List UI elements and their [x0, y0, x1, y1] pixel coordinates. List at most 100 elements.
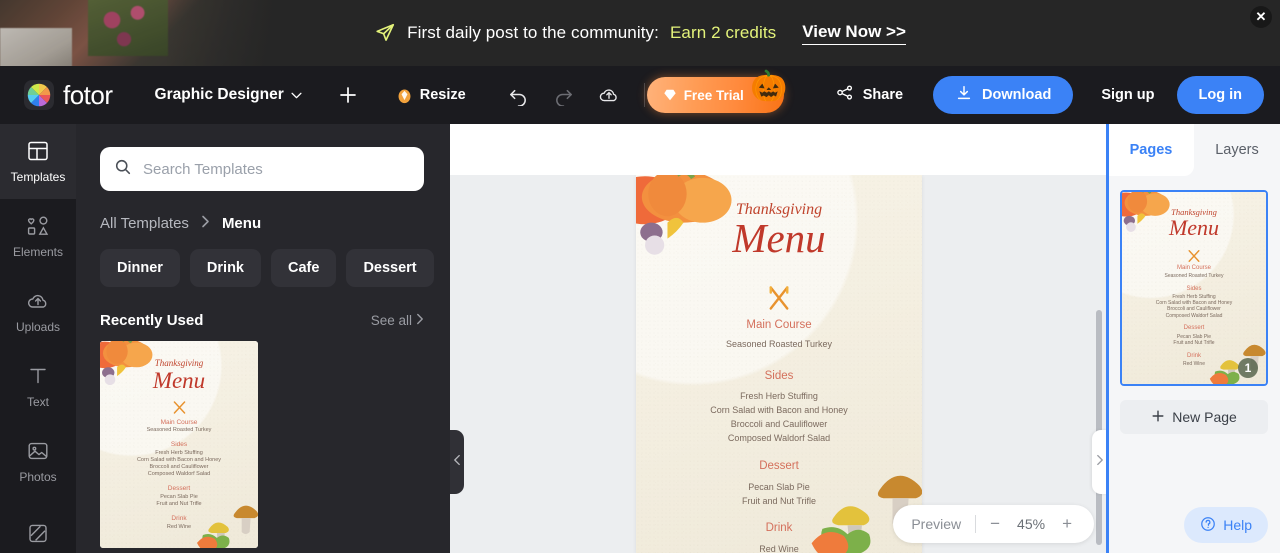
banner-highlight-text: Earn 2 credits: [669, 23, 777, 42]
see-all-link[interactable]: See all: [371, 313, 424, 328]
design-canvas-page[interactable]: Thanksgiving Menu Main Course Seasoned R…: [636, 175, 922, 553]
resize-button[interactable]: Resize: [396, 87, 466, 104]
poster-item: Seasoned Roasted Turkey: [1164, 272, 1224, 279]
see-all-label: See all: [370, 313, 412, 328]
canvas-scroll-region[interactable]: Thanksgiving Menu Main Course Seasoned R…: [450, 175, 1108, 553]
diamond-icon: [663, 88, 677, 102]
recently-used-title: Recently Used: [100, 312, 204, 329]
share-button[interactable]: Share: [836, 84, 903, 106]
sidebar-item-uploads[interactable]: Uploads: [0, 274, 76, 349]
cloud-upload-icon[interactable]: [598, 84, 620, 106]
poster-item: Composed Waldorf Salad: [147, 471, 211, 478]
chevron-right-icon: [416, 313, 424, 328]
download-arrow-icon: [955, 84, 973, 106]
chevron-right-icon: [1096, 453, 1104, 471]
poster-item: Corn Salad with Bacon and Honey: [136, 457, 222, 464]
canvas-area: Thanksgiving Menu Main Course Seasoned R…: [450, 124, 1108, 553]
close-icon[interactable]: ✕: [1250, 6, 1272, 28]
poster-item: Seasoned Roasted Turkey: [725, 339, 833, 350]
chip-dessert[interactable]: Dessert: [346, 249, 434, 287]
resize-label: Resize: [419, 87, 466, 103]
canvas-toolbar: [450, 124, 1108, 175]
page-number-badge: 1: [1238, 358, 1258, 378]
panel-edge-scrollbar[interactable]: [1106, 124, 1109, 553]
sidebar-item-label: Elements: [12, 245, 64, 259]
promo-banner: First daily post to the community: Earn …: [0, 0, 1280, 66]
chip-dinner[interactable]: Dinner: [100, 249, 180, 287]
zoom-in-button[interactable]: +: [1048, 514, 1076, 534]
download-button[interactable]: Download: [933, 76, 1074, 114]
background-pattern-icon: [26, 521, 50, 545]
mode-selector[interactable]: Graphic Designer: [155, 86, 302, 104]
download-label: Download: [982, 87, 1052, 103]
top-navigation-bar: fotor Graphic Designer Resize Free Trial…: [0, 66, 1280, 124]
undo-icon[interactable]: [508, 85, 529, 106]
login-button[interactable]: Log in: [1176, 76, 1264, 114]
templates-grid-icon: [26, 139, 50, 163]
canvas-vertical-scrollbar[interactable]: [1096, 310, 1102, 545]
redo-icon[interactable]: [553, 85, 574, 106]
free-trial-label: Free Trial: [683, 87, 744, 103]
zoom-toolbar: Preview − 45% +: [893, 505, 1094, 543]
poster-item: Broccoli and Cauliflower: [730, 419, 828, 430]
recently-used-header: Recently Used See all: [100, 312, 424, 329]
tab-layers[interactable]: Layers: [1194, 124, 1280, 176]
poster-artwork: Thanksgiving Menu Main Course Seasoned R…: [100, 341, 258, 548]
left-tool-rail: Templates Elements Uploads Text Photos: [0, 124, 76, 553]
add-page-button[interactable]: [338, 85, 358, 105]
zoom-out-button[interactable]: −: [976, 514, 1014, 534]
poster-big-title: Menu: [732, 215, 826, 262]
gem-icon: [396, 87, 413, 104]
sidebar-item-templates[interactable]: Templates: [0, 124, 76, 199]
chip-cafe[interactable]: Cafe: [271, 249, 337, 287]
sidebar-item-photos[interactable]: Photos: [0, 424, 76, 499]
poster-item: Fresh Herb Stuffing: [155, 450, 203, 457]
share-nodes-icon: [836, 84, 854, 106]
crossed-fork-knife-icon: [1122, 248, 1266, 264]
poster-section-heading: Sides: [1186, 286, 1202, 293]
elements-shapes-icon: [26, 214, 50, 238]
sidebar-item-background[interactable]: [0, 499, 76, 553]
help-button[interactable]: Help: [1184, 507, 1268, 543]
poster-item: Corn Salad with Bacon and Honey: [1155, 300, 1233, 307]
poster-item: Broccoli and Cauliflower: [1167, 306, 1221, 313]
crossed-fork-knife-icon: [100, 399, 258, 416]
panel-tabs: Pages Layers: [1108, 124, 1280, 176]
template-thumbnail[interactable]: Thanksgiving Menu Main Course Seasoned R…: [100, 341, 258, 548]
banner-view-now-link[interactable]: View Now >>: [802, 22, 906, 45]
fotor-logo[interactable]: fotor: [24, 80, 113, 111]
search-box[interactable]: [100, 147, 424, 191]
cloud-upload-icon: [26, 289, 50, 313]
templates-panel: All Templates Menu Dinner Drink Cafe Des…: [76, 124, 450, 553]
sidebar-item-text[interactable]: Text: [0, 349, 76, 424]
breadcrumb-all-templates[interactable]: All Templates: [100, 215, 189, 232]
category-chip-row: Dinner Drink Cafe Dessert Pizza ›: [100, 249, 434, 287]
search-input[interactable]: [143, 160, 403, 178]
page-thumbnail[interactable]: Thanksgiving Menu Main Course Seasoned R…: [1120, 190, 1268, 386]
sidebar-item-label: Templates: [10, 170, 66, 184]
pumpkin-emoji-icon: 🎃: [750, 70, 788, 103]
poster-item: Seasoned Roasted Turkey: [146, 426, 212, 433]
plus-icon: [1151, 409, 1165, 426]
chevron-left-icon: [453, 453, 461, 471]
poster-item: Fresh Herb Stuffing: [740, 391, 818, 402]
sidebar-item-elements[interactable]: Elements: [0, 199, 76, 274]
recently-used-grid: Thanksgiving Menu Main Course Seasoned R…: [100, 341, 434, 548]
share-label: Share: [862, 87, 904, 103]
poster-item: Fresh Herb Stuffing: [1172, 294, 1216, 301]
poster-item: Composed Waldorf Salad: [1165, 312, 1223, 319]
free-trial-button[interactable]: Free Trial 🎃: [646, 72, 788, 113]
tab-pages[interactable]: Pages: [1108, 124, 1194, 176]
new-page-button[interactable]: New Page: [1120, 400, 1268, 434]
mode-label: Graphic Designer: [154, 86, 284, 103]
signup-button[interactable]: Sign up: [1101, 87, 1154, 103]
preview-button[interactable]: Preview: [911, 516, 975, 532]
banner-message: First daily post to the community: Earn …: [374, 22, 776, 44]
chip-drink[interactable]: Drink: [189, 249, 261, 287]
crossed-fork-knife-icon: [636, 283, 922, 313]
zoom-level-label: 45%: [1017, 516, 1046, 532]
breadcrumb: All Templates Menu: [100, 215, 434, 232]
collapse-left-panel-button[interactable]: [450, 430, 464, 494]
new-page-label: New Page: [1172, 409, 1237, 425]
poster-artwork: Thanksgiving Menu Main Course Seasoned R…: [636, 175, 922, 553]
